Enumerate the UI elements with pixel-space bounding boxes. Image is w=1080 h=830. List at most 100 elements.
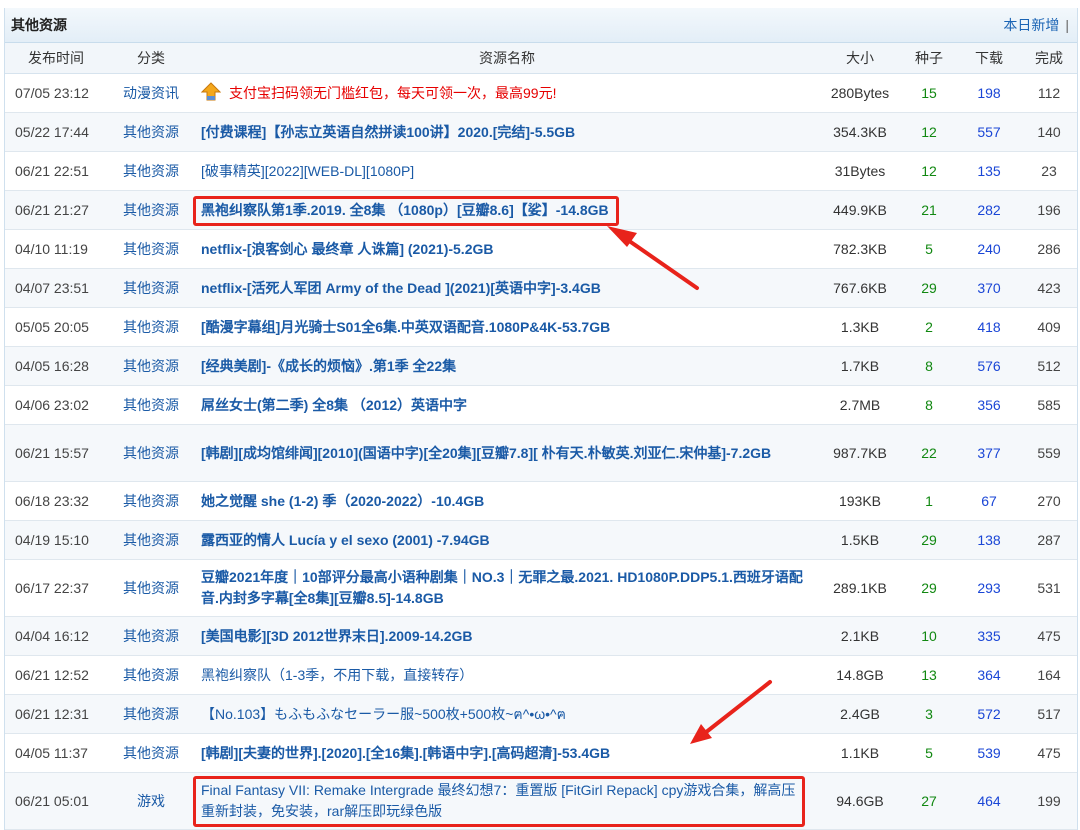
resource-name-link[interactable]: [破事精英][2022][WEB-DL][1080P] xyxy=(201,163,414,179)
download-count-link[interactable]: 418 xyxy=(977,319,1000,335)
category-link[interactable]: 其他资源 xyxy=(107,190,195,230)
resource-name-link[interactable]: [经典美剧]-《成长的烦恼》.第1季 全22集 xyxy=(201,358,456,374)
resource-name-link[interactable]: [美国电影][3D 2012世界末日].2009-14.2GB xyxy=(201,628,473,644)
category-link[interactable]: 其他资源 xyxy=(107,229,195,269)
table-row[interactable]: 04/05 16:28 其他资源 [经典美剧]-《成长的烦恼》.第1季 全22集 1.… xyxy=(5,346,1077,386)
download-count-link[interactable]: 572 xyxy=(977,706,1000,722)
download-cell: 135 xyxy=(957,151,1021,191)
resource-name-link[interactable]: 她之觉醒 she (1-2) 季（2020-2022）-10.4GB xyxy=(201,493,484,509)
download-count-link[interactable]: 135 xyxy=(977,163,1000,179)
resource-name-cell: netflix-[活死人军团 Army of the Dead ](2021)[… xyxy=(195,268,819,308)
promo-link[interactable]: 支付宝扫码领无门槛红包，每天可领一次，最高99元! xyxy=(229,85,556,101)
resource-name-link[interactable]: [韩剧][夫妻的世界].[2020].[全16集].[韩语中字].[高码超清]-… xyxy=(201,745,610,761)
resource-name-link[interactable]: 露西亚的情人 Lucía y el sexo (2001) -7.94GB xyxy=(201,532,490,548)
publish-time: 06/21 21:27 xyxy=(5,190,107,230)
resource-name-link[interactable]: 【No.103】もふもふなセーラー服~500枚+500枚~ฅ^•ω•^ฅ xyxy=(201,706,566,722)
col-header-completed[interactable]: 完成 xyxy=(1021,43,1077,74)
resource-name-link[interactable]: [韩剧][成均馆绯闻][2010](国语中字)[全20集][豆瓣7.8][ 朴有… xyxy=(201,445,771,461)
resource-name-link[interactable]: 屌丝女士(第二季) 全8集 （2012）英语中字 xyxy=(201,397,467,413)
today-new-label[interactable]: 本日新增 xyxy=(1003,17,1059,33)
table-row[interactable]: 06/18 23:32 其他资源 她之觉醒 she (1-2) 季（2020-202… xyxy=(5,481,1077,521)
file-size: 1.5KB xyxy=(819,520,901,560)
download-count-link[interactable]: 356 xyxy=(977,397,1000,413)
table-row[interactable]: 05/05 20:05 其他资源 [酷漫字幕组]月光骑士S01全6集.中英双语配音.… xyxy=(5,307,1077,347)
category-link[interactable]: 其他资源 xyxy=(107,346,195,386)
download-count-link[interactable]: 240 xyxy=(977,241,1000,257)
download-count-link[interactable]: 576 xyxy=(977,358,1000,374)
category-link[interactable]: 其他资源 xyxy=(107,655,195,695)
resource-name-link[interactable]: 豆瓣2021年度｜10部评分最高小语种剧集｜NO.3｜无罪之最.2021. HD… xyxy=(201,569,803,606)
download-count-link[interactable]: 370 xyxy=(977,280,1000,296)
download-count-link[interactable]: 293 xyxy=(977,580,1000,596)
table-row[interactable]: 04/05 11:37 其他资源 [韩剧][夫妻的世界].[2020].[全16集]… xyxy=(5,733,1077,773)
table-row[interactable]: 04/10 11:19 其他资源 netflix-[浪客剑心 最终章 人诛篇] (2… xyxy=(5,229,1077,269)
download-count-link[interactable]: 539 xyxy=(977,745,1000,761)
publish-time: 04/04 16:12 xyxy=(5,616,107,656)
seed-count: 29 xyxy=(901,559,957,617)
publish-time: 05/22 17:44 xyxy=(5,112,107,152)
col-header-category[interactable]: 分类 xyxy=(107,43,195,74)
resource-name-link[interactable]: [酷漫字幕组]月光骑士S01全6集.中英双语配音.1080P&4K-53.7GB xyxy=(201,319,610,335)
publish-time: 04/05 11:37 xyxy=(5,733,107,773)
category-link[interactable]: 其他资源 xyxy=(107,307,195,347)
download-count-link[interactable]: 364 xyxy=(977,667,1000,683)
table-row[interactable]: 05/22 17:44 其他资源 [付费课程]【孙志立英语自然拼读100讲】2020… xyxy=(5,112,1077,152)
category-link[interactable]: 其他资源 xyxy=(107,694,195,734)
file-size: 1.7KB xyxy=(819,346,901,386)
file-size: 94.6GB xyxy=(819,772,901,830)
category-link[interactable]: 其他资源 xyxy=(107,559,195,617)
category-link[interactable]: 其他资源 xyxy=(107,424,195,482)
download-count-link[interactable]: 138 xyxy=(977,532,1000,548)
col-header-time[interactable]: 发布时间 xyxy=(5,43,107,74)
col-header-size[interactable]: 大小 xyxy=(819,43,901,74)
col-header-seeds[interactable]: 种子 xyxy=(901,43,957,74)
download-count-link[interactable]: 282 xyxy=(977,202,1000,218)
category-link[interactable]: 其他资源 xyxy=(107,151,195,191)
resource-name-link[interactable]: Final Fantasy VII: Remake Intergrade 最终幻… xyxy=(201,782,795,819)
table-row[interactable]: 04/07 23:51 其他资源 netflix-[活死人军团 Army of th… xyxy=(5,268,1077,308)
completed-count: 585 xyxy=(1021,385,1077,425)
col-header-name[interactable]: 资源名称 xyxy=(195,43,819,74)
publish-time: 06/21 12:52 xyxy=(5,655,107,695)
download-count-link[interactable]: 198 xyxy=(977,85,1000,101)
table-row[interactable]: 04/04 16:12 其他资源 [美国电影][3D 2012世界末日].2009-… xyxy=(5,616,1077,656)
today-new-link[interactable]: 本日新增 | xyxy=(1003,15,1069,35)
category-link[interactable]: 其他资源 xyxy=(107,616,195,656)
resource-name-link[interactable]: [付费课程]【孙志立英语自然拼读100讲】2020.[完结]-5.5GB xyxy=(201,124,575,140)
download-count-link[interactable]: 464 xyxy=(977,793,1000,809)
resource-name-cell: netflix-[浪客剑心 最终章 人诛篇] (2021)-5.2GB xyxy=(195,229,819,269)
category-link[interactable]: 游戏 xyxy=(107,772,195,830)
table-row[interactable]: 06/17 22:37 其他资源 豆瓣2021年度｜10部评分最高小语种剧集｜NO.… xyxy=(5,559,1077,617)
publish-time: 06/17 22:37 xyxy=(5,559,107,617)
table-row[interactable]: 06/21 21:27 其他资源 黑袍纠察队第1季.2019. 全8集 （1080p… xyxy=(5,190,1077,230)
category-link[interactable]: 其他资源 xyxy=(107,481,195,521)
download-count-link[interactable]: 67 xyxy=(981,493,997,509)
category-link[interactable]: 动漫资讯 xyxy=(107,73,195,113)
resource-name-link[interactable]: 黑袍纠察队第1季.2019. 全8集 （1080p）[豆瓣8.6]【娑】-14.… xyxy=(201,202,609,218)
completed-count: 423 xyxy=(1021,268,1077,308)
file-size: 767.6KB xyxy=(819,268,901,308)
table-row[interactable]: 04/19 15:10 其他资源 露西亚的情人 Lucía y el sexo (2… xyxy=(5,520,1077,560)
category-link[interactable]: 其他资源 xyxy=(107,268,195,308)
resource-name-link[interactable]: netflix-[活死人军团 Army of the Dead ](2021)[… xyxy=(201,280,601,296)
table-row[interactable]: 06/21 12:31 其他资源 【No.103】もふもふなセーラー服~500枚+5… xyxy=(5,694,1077,734)
category-link[interactable]: 其他资源 xyxy=(107,520,195,560)
download-count-link[interactable]: 377 xyxy=(977,445,1000,461)
resource-name-link[interactable]: netflix-[浪客剑心 最终章 人诛篇] (2021)-5.2GB xyxy=(201,241,493,257)
table-row[interactable]: 07/05 23:12 动漫资讯 支付宝扫码领无门槛红包，每天可领一次，最高99元!… xyxy=(5,73,1077,113)
category-link[interactable]: 其他资源 xyxy=(107,112,195,152)
col-header-downloads[interactable]: 下载 xyxy=(957,43,1021,74)
table-row[interactable]: 06/21 05:01 游戏 Final Fantasy VII: Remake I… xyxy=(5,772,1077,830)
file-size: 354.3KB xyxy=(819,112,901,152)
category-link[interactable]: 其他资源 xyxy=(107,385,195,425)
download-count-link[interactable]: 335 xyxy=(977,628,1000,644)
table-row[interactable]: 06/21 15:57 其他资源 [韩剧][成均馆绯闻][2010](国语中字)[全… xyxy=(5,424,1077,482)
table-row[interactable]: 04/06 23:02 其他资源 屌丝女士(第二季) 全8集 （2012）英语中字 2… xyxy=(5,385,1077,425)
table-row[interactable]: 06/21 12:52 其他资源 黑袍纠察队（1-3季，不用下载，直接转存） 14.8… xyxy=(5,655,1077,695)
category-link[interactable]: 其他资源 xyxy=(107,733,195,773)
file-size: 987.7KB xyxy=(819,424,901,482)
table-row[interactable]: 06/21 22:51 其他资源 [破事精英][2022][WEB-DL][1080… xyxy=(5,151,1077,191)
resource-name-link[interactable]: 黑袍纠察队（1-3季，不用下载，直接转存） xyxy=(201,667,473,683)
download-count-link[interactable]: 557 xyxy=(977,124,1000,140)
completed-count: 512 xyxy=(1021,346,1077,386)
